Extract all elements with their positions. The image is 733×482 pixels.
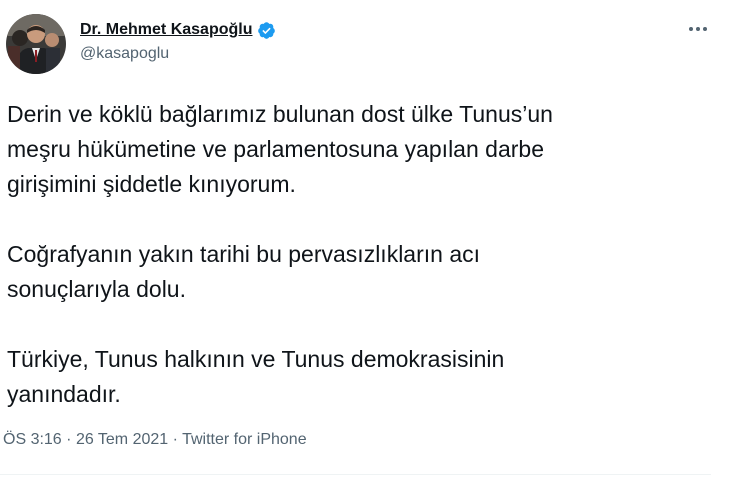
tweet-paragraph-1: Derin ve köklü bağlarımız bulunan dost ü…	[7, 101, 553, 197]
verified-badge-icon	[257, 21, 276, 40]
tweet-metadata: ÖS 3:16 · 26 Tem 2021 · Twitter for iPho…	[3, 431, 307, 449]
tweet-source[interactable]: Twitter for iPhone	[182, 431, 307, 448]
tweet-paragraph-2: Coğrafyanın yakın tarihi bu pervasızlıkl…	[7, 241, 481, 302]
divider	[0, 474, 711, 475]
tweet-card: Dr. Mehmet Kasapoğlu @kasapoglu Derin ve…	[0, 0, 733, 482]
avatar[interactable]	[6, 14, 66, 74]
tweet-time[interactable]: ÖS 3:16	[3, 431, 62, 448]
tweet-text: Derin ve köklü bağlarımız bulunan dost ü…	[7, 97, 722, 412]
more-horizontal-icon	[689, 27, 707, 31]
tweet-paragraph-3: Türkiye, Tunus halkının ve Tunus demokra…	[7, 346, 505, 407]
meta-separator: ·	[172, 431, 178, 448]
author-display-name[interactable]: Dr. Mehmet Kasapoğlu	[80, 21, 252, 39]
more-options-button[interactable]	[685, 16, 711, 42]
meta-separator: ·	[66, 431, 72, 448]
avatar-photo	[6, 14, 66, 74]
author-name-row: Dr. Mehmet Kasapoğlu	[80, 19, 276, 41]
tweet-date[interactable]: 26 Tem 2021	[76, 431, 168, 448]
author-handle[interactable]: @kasapoglu	[80, 45, 169, 63]
